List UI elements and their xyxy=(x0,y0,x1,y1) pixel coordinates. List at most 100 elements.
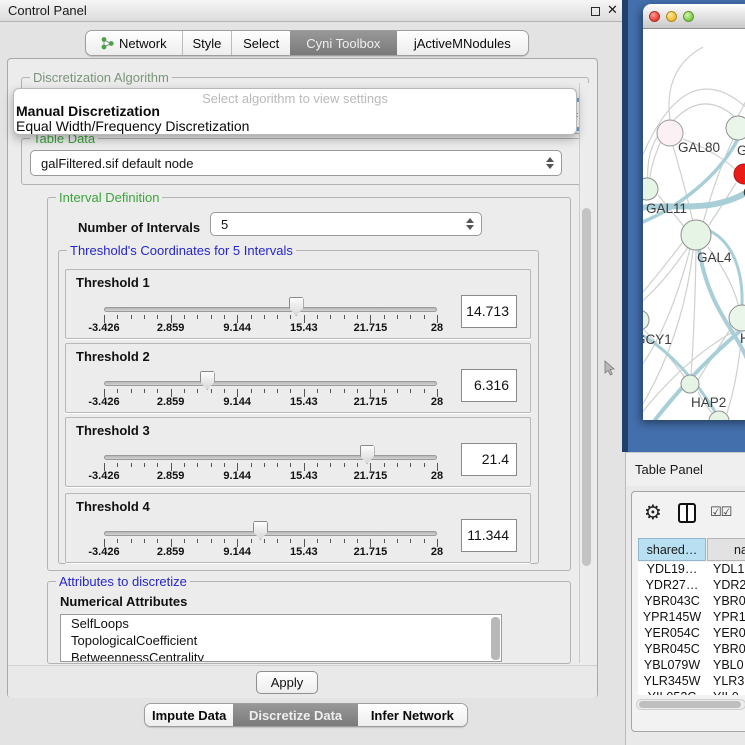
node-table[interactable]: YDL19…YDL1YDR27…YDR2YBR043CYBR0YPR145WYP… xyxy=(638,562,745,695)
slider-thumb[interactable] xyxy=(360,445,375,464)
network-node[interactable] xyxy=(734,164,745,184)
network-edge[interactable] xyxy=(738,49,745,116)
threshold-value-field[interactable]: 21.4 xyxy=(461,443,517,476)
table-row[interactable]: YBR045CYBR0 xyxy=(638,642,745,658)
attribute-list-item[interactable]: SelfLoops xyxy=(61,615,501,632)
tick-mark xyxy=(330,539,331,543)
apply-bar: Apply xyxy=(8,665,597,698)
tick-mark xyxy=(290,389,291,393)
network-edge[interactable] xyxy=(669,47,703,120)
table-row[interactable]: YDR27…YDR2 xyxy=(638,578,745,594)
network-node[interactable] xyxy=(643,178,658,200)
network-edge[interactable] xyxy=(643,239,685,299)
scale-label: 2.859 xyxy=(157,322,185,334)
table-row[interactable]: YBL079WYBL0 xyxy=(638,658,745,674)
slider-track[interactable] xyxy=(104,531,437,536)
tab-impute-data[interactable]: Impute Data xyxy=(145,704,233,726)
minimize-traffic-light-icon[interactable] xyxy=(666,11,677,22)
column-header-name[interactable]: name xyxy=(707,538,745,561)
dropdown-option[interactable]: Equal Width/Frequency Discretization xyxy=(14,119,576,134)
apply-button[interactable]: Apply xyxy=(256,671,318,694)
scrollbar-thumb[interactable] xyxy=(639,701,741,708)
table-row[interactable]: YBR043CYBR0 xyxy=(638,594,745,610)
cell-shared-name: YER054C xyxy=(638,626,706,640)
tick-mark xyxy=(144,539,145,543)
gear-icon[interactable]: ⚙ xyxy=(644,500,662,525)
dropdown-placeholder: Select algorithm to view settings xyxy=(14,89,576,104)
close-icon[interactable]: ✕ xyxy=(607,2,618,18)
tick-mark xyxy=(117,463,118,467)
table-data-combobox[interactable]: galFiltered.sif default node xyxy=(30,150,562,176)
threshold-value-field[interactable]: 6.316 xyxy=(461,369,517,402)
scrollbar-thumb[interactable] xyxy=(582,208,591,566)
tab-style[interactable]: Style xyxy=(183,31,233,55)
cell-name: YIL0 xyxy=(711,690,739,695)
column-header-shared-name[interactable]: shared… xyxy=(638,538,706,561)
float-window-icon[interactable] xyxy=(591,7,600,16)
tab-infer-network[interactable]: Infer Network xyxy=(358,704,467,726)
table-row[interactable]: YLR345WYLR3 xyxy=(638,674,745,690)
network-node[interactable] xyxy=(681,375,699,393)
tab-jactivemnodules[interactable]: jActiveMNodules xyxy=(397,31,528,55)
number-of-intervals-combobox[interactable]: 5 xyxy=(210,212,482,236)
top-tab-bar: NetworkStyleSelect Cyni Toolbox jActiveMNo… xyxy=(85,30,529,56)
table-row[interactable]: YDL19…YDL1 xyxy=(638,562,745,578)
slider-track[interactable] xyxy=(104,381,437,386)
network-canvas[interactable]: GAL80GACGAL11GAL4GCY1HHAP2 xyxy=(643,29,745,420)
control-panel-scrollbar[interactable] xyxy=(579,83,593,663)
slider-track[interactable] xyxy=(104,307,437,312)
slider-track[interactable] xyxy=(104,455,437,460)
table-row[interactable]: YER054CYER0 xyxy=(638,626,745,642)
dropdown-option[interactable]: Manual Discretization xyxy=(14,104,576,119)
tab-discretize-data[interactable]: Discretize Data xyxy=(233,704,357,726)
tick-mark xyxy=(277,389,278,393)
tab-label: Infer Network xyxy=(371,708,454,723)
group-title-thresholds: Threshold's Coordinates for 5 Intervals xyxy=(67,243,296,258)
number-of-intervals-value: 5 xyxy=(221,213,228,237)
table-horizontal-scrollbar[interactable] xyxy=(636,699,745,710)
tick-mark xyxy=(264,315,265,319)
tab-network[interactable]: Network xyxy=(86,31,183,55)
network-node[interactable] xyxy=(726,116,745,140)
tick-mark xyxy=(397,539,398,543)
tick-mark xyxy=(424,389,425,393)
close-traffic-light-icon[interactable] xyxy=(649,11,660,22)
threshold-value-field[interactable]: 11.344 xyxy=(461,519,517,552)
tick-mark xyxy=(357,389,358,393)
attribute-list-item[interactable]: BetweennessCentrality xyxy=(61,649,501,662)
attribute-list-item[interactable]: TopologicalCoefficient xyxy=(61,632,501,649)
tick-mark xyxy=(277,315,278,319)
tab-cyni-toolbox[interactable]: Cyni Toolbox xyxy=(290,31,397,55)
tick-mark xyxy=(184,315,185,319)
application-window: Control Panel ✕ NetworkStyleSelectCyni T… xyxy=(0,0,745,745)
table-row[interactable]: YIL052C YIL0 xyxy=(638,690,745,695)
tick-mark xyxy=(117,539,118,543)
network-edge[interactable] xyxy=(650,141,661,178)
tick-mark xyxy=(211,315,212,319)
table-panel-titlebar: Table Panel xyxy=(626,453,745,486)
network-edge[interactable] xyxy=(643,247,688,307)
network-node[interactable] xyxy=(681,220,711,250)
scale-label: 15.43 xyxy=(290,546,318,558)
threshold-value-field[interactable]: 14.713 xyxy=(461,295,517,328)
tab-label: Cyni Toolbox xyxy=(306,36,380,51)
tab-select[interactable]: Select xyxy=(232,31,290,55)
tick-mark xyxy=(224,539,225,543)
tick-mark xyxy=(264,539,265,543)
zoom-traffic-light-icon[interactable] xyxy=(683,11,694,22)
slider-thumb[interactable] xyxy=(289,297,304,316)
slider-thumb[interactable] xyxy=(253,521,268,540)
checkbox-columns-icon[interactable]: ☑☑ xyxy=(710,504,731,520)
network-edge[interactable] xyxy=(691,250,696,376)
slider-thumb[interactable] xyxy=(200,371,215,390)
numerical-attributes-list[interactable]: SelfLoopsTopologicalCoefficientBetweenne… xyxy=(60,614,502,662)
attributes-scrollbar[interactable] xyxy=(491,617,500,660)
table-row[interactable]: YPR145WYPR1 xyxy=(638,610,745,626)
tick-mark xyxy=(357,315,358,319)
network-node[interactable] xyxy=(643,310,649,330)
network-edge[interactable] xyxy=(673,104,735,121)
cell-name: YBR0 xyxy=(711,594,745,608)
split-view-icon[interactable] xyxy=(678,503,696,523)
cell-shared-name: YIL052C xyxy=(638,690,706,695)
threshold-panel-3: Threshold 3-3.4262.8599.14415.4321.71528… xyxy=(65,417,531,487)
